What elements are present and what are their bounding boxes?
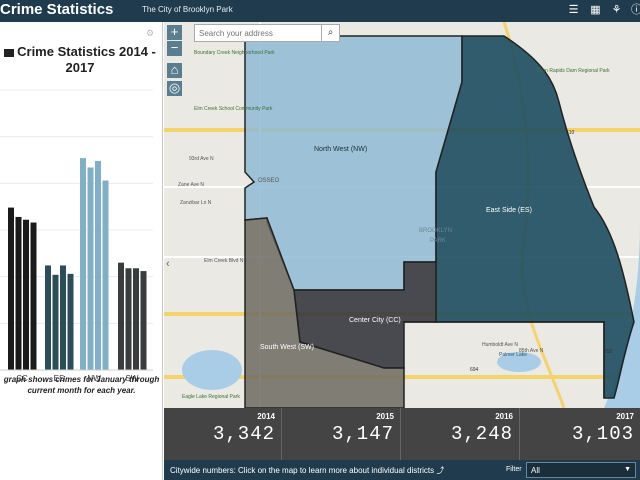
map-place-label: Zane Ave N	[178, 182, 205, 188]
map-place-label: Elm Creek School Community Park	[194, 106, 273, 112]
settings-icon[interactable]: ⚙	[146, 28, 154, 39]
collapse-panel-icon[interactable]: ‹	[166, 258, 170, 270]
map-place-label: BROOKLYN	[419, 228, 452, 234]
map-place-label: Coon Rapids Dam Regional Park	[536, 68, 610, 74]
info-icon[interactable]: ⓘ	[629, 3, 640, 18]
stat-2017: 2017 3,103	[520, 408, 640, 460]
locate-button[interactable]: ◎	[167, 81, 182, 96]
filter-select[interactable]: All ▼	[526, 462, 636, 478]
stat-year: 2016	[495, 412, 513, 421]
grid-icon[interactable]: ▦	[588, 3, 603, 18]
share-icon[interactable]: ⚘	[609, 3, 624, 18]
app-subtitle: The City of Brooklyn Park	[142, 5, 233, 14]
district-label: North West (NW)	[314, 146, 368, 153]
footer-text: Citywide numbers: Click on the map to le…	[170, 466, 445, 475]
map-canvas[interactable]	[164, 22, 640, 408]
stat-2015: 2015 3,147	[282, 408, 401, 460]
filter-label: Filter	[506, 466, 522, 473]
chart-bar[interactable]	[15, 216, 22, 370]
bar-chart: CC ES NW SW	[0, 89, 153, 383]
chart-bar[interactable]	[52, 274, 59, 370]
map-place-label: OSSEO	[258, 178, 280, 184]
map-place-label: Humboldt Ave N	[482, 342, 519, 348]
zoom-in-button[interactable]: +	[167, 25, 182, 40]
district-map[interactable]: North West (NW) East Side (ES) Center City…	[164, 22, 640, 408]
search-button[interactable]: ⌕	[321, 24, 340, 42]
stat-2014: 2014 3,342	[164, 408, 282, 460]
district-label: East Side (ES)	[486, 207, 532, 214]
chart-bar[interactable]	[67, 273, 74, 370]
stats-bar: 2014 3,342 2015 3,147 2016 3,248 2017 3,…	[164, 408, 640, 460]
chart-bar[interactable]	[45, 265, 51, 370]
stat-value: 3,248	[450, 423, 513, 445]
stat-2016: 2016 3,248	[401, 408, 520, 460]
chart-icon	[4, 48, 15, 57]
app-header: Crime Statistics The City of Brooklyn Pa…	[0, 0, 640, 22]
map-place-label: Eagle Lake Regional Park	[182, 394, 240, 400]
map-place-label: Boundary Creek Neighborhood Park	[194, 50, 275, 56]
map-place-label: Elm Creek Blvd N	[204, 258, 244, 264]
stat-year: 2017	[616, 412, 634, 421]
zoom-out-button[interactable]: −	[167, 41, 182, 56]
chart-bar[interactable]	[133, 268, 139, 370]
footer-bar: Citywide numbers: Click on the map to le…	[164, 460, 640, 480]
caption-line1: graph shows crimes for January through	[3, 375, 160, 384]
map-place-label: 93rd Ave N	[189, 156, 214, 162]
chart-bar[interactable]	[8, 207, 14, 370]
chart-caption: graph shows crimes for January through c…	[0, 374, 162, 396]
stat-year: 2014	[257, 412, 275, 421]
district-label: South West (SW)	[260, 344, 314, 351]
stat-year: 2015	[376, 412, 394, 421]
map-place-label: 85th Ave N	[519, 348, 544, 354]
locate-icon: ◎	[168, 80, 181, 95]
chart-bar[interactable]	[125, 268, 132, 370]
map-place-label: 610	[566, 130, 575, 136]
map-place-label: PARK	[430, 238, 446, 244]
app-title: Crime Statistics	[0, 1, 114, 18]
map-place-label: 694	[470, 367, 479, 373]
chart-panel: ⚙ Crime Statistics 2014 - 2017 CC ES NW SW …	[0, 22, 163, 480]
list-icon[interactable]: ☰	[566, 3, 581, 18]
home-button[interactable]: ⌂	[167, 63, 182, 78]
caption-line2: current month for each year.	[27, 386, 136, 395]
chart-bar[interactable]	[23, 219, 29, 370]
chart-bar[interactable]	[95, 160, 101, 370]
chart-bar[interactable]	[60, 265, 66, 370]
stat-value: 3,342	[212, 423, 275, 445]
chart-bar[interactable]	[80, 158, 86, 370]
chart-bar[interactable]	[140, 271, 147, 370]
search-input[interactable]	[194, 24, 340, 42]
panel-title-line1: Crime Statistics 2014 -	[17, 44, 156, 59]
map-place-label: Zanzibar Ln N	[180, 200, 212, 206]
search-icon: ⌕	[327, 27, 334, 38]
stat-value: 3,103	[571, 423, 634, 445]
chart-bar[interactable]	[118, 262, 124, 370]
map-place-label: 252	[604, 349, 613, 355]
chart-bar[interactable]	[30, 222, 37, 370]
stat-value: 3,147	[331, 423, 394, 445]
chevron-down-icon: ▼	[624, 466, 631, 473]
chart-bar[interactable]	[102, 180, 109, 370]
chart-bar[interactable]	[87, 167, 94, 370]
eagle-lake-water	[182, 350, 242, 390]
district-label: Center City (CC)	[349, 317, 401, 324]
filter-value: All	[531, 466, 540, 475]
